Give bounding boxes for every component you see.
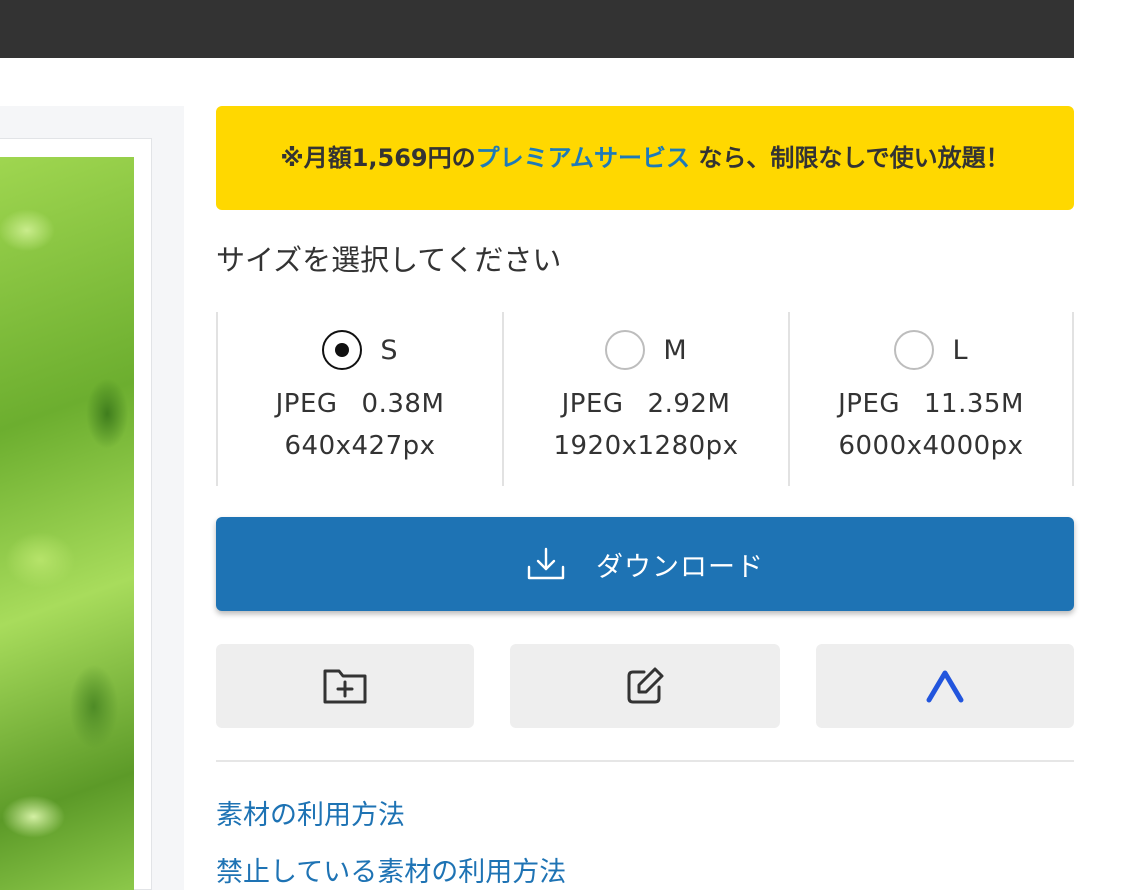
size-option-l[interactable]: L JPEG 11.35M 6000x4000px [788,312,1074,486]
size-label: M [663,334,687,366]
usage-guide-link[interactable]: 素材の利用方法 [216,796,405,836]
size-option-s[interactable]: S JPEG 0.38M 640x427px [216,312,502,486]
radio-s[interactable] [322,330,363,370]
size-dimensions: 1920x1280px [553,431,739,461]
photo-preview [0,157,134,890]
top-bar [0,0,1074,58]
radio-l[interactable] [894,330,935,370]
download-icon [527,547,565,580]
size-heading: サイズを選択してください [216,243,562,277]
chevron-up-icon [926,670,964,703]
scroll-top-button[interactable] [816,644,1074,728]
add-to-folder-button[interactable] [216,644,474,728]
size-dimensions: 640x427px [284,431,436,461]
size-spec: JPEG 11.35M [838,389,1024,419]
radio-m[interactable] [605,330,646,370]
folder-plus-icon [323,669,367,704]
edit-icon [627,667,664,704]
download-button[interactable]: ダウンロード [216,517,1074,611]
size-label: S [380,334,398,366]
edit-button[interactable] [510,644,780,728]
divider [216,760,1074,762]
size-spec: JPEG 0.38M [275,389,445,419]
premium-service-link[interactable]: プレミアムサービス [476,144,690,172]
size-label: L [952,334,968,366]
size-option-m[interactable]: M JPEG 2.92M 1920x1280px [502,312,788,486]
notice-prefix: ※月額1,569円の [280,144,476,172]
prohibited-usage-link[interactable]: 禁止している素材の利用方法 [216,853,566,890]
size-spec: JPEG 2.92M [561,389,731,419]
premium-notice: ※月額1,569円のプレミアムサービス なら、制限なしで使い放題！ [216,106,1074,210]
size-options: S JPEG 0.38M 640x427px M JPEG 2.92M 1920x1… [216,312,1074,486]
notice-suffix: なら、制限なしで使い放題！ [689,144,1010,172]
size-dimensions: 6000x4000px [838,431,1024,461]
download-label: ダウンロード [596,551,764,583]
